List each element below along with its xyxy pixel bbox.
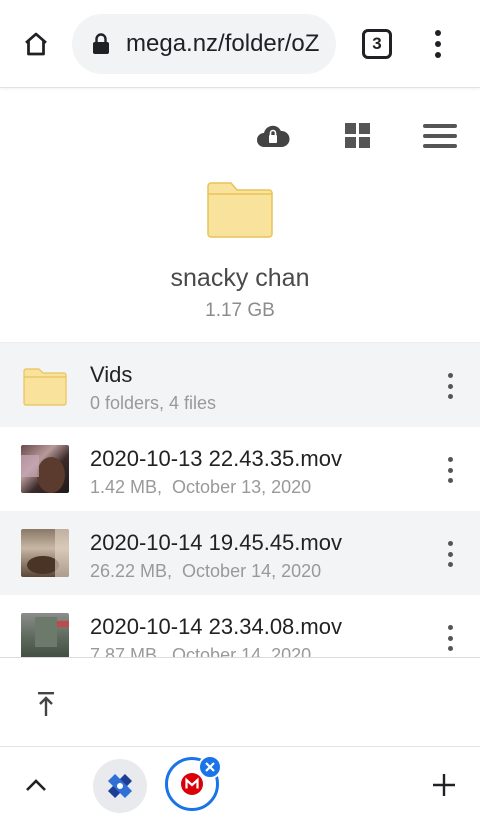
list-item[interactable]: 2020-10-13 22.43.35.mov 1.42 MB, October … (0, 427, 480, 511)
hamburger-menu-icon[interactable] (421, 118, 459, 154)
video-thumbnail (21, 529, 69, 577)
tab-favicon-puzzle[interactable] (93, 759, 147, 813)
item-meta: 26.22 MB, October 14, 2020 (90, 561, 322, 581)
item-meta: 0 folders, 4 files (90, 393, 217, 413)
browser-toolbar: mega.nz/folder/oZ 3 (0, 0, 480, 88)
more-options-icon[interactable] (440, 625, 460, 651)
item-meta: 7.87 MB, October 14, 2020 (90, 645, 312, 657)
item-name: 2020-10-13 22.43.35.mov (90, 446, 342, 471)
chevron-up-icon[interactable] (20, 769, 52, 801)
scroll-to-top-icon[interactable] (30, 688, 62, 720)
folder-size: 1.17 GB (205, 300, 275, 321)
browser-menu-icon[interactable] (424, 24, 452, 64)
lock-icon (92, 32, 112, 56)
list-item[interactable]: 2020-10-14 19.45.45.mov 26.22 MB, October… (0, 511, 480, 595)
video-thumbnail (21, 613, 69, 657)
address-bar[interactable]: mega.nz/folder/oZ (72, 14, 336, 74)
new-tab-plus-icon[interactable] (428, 769, 460, 801)
more-options-icon[interactable] (440, 457, 460, 483)
folder-title: snacky chan (170, 264, 310, 292)
list-item[interactable]: 2020-10-14 23.34.08.mov 7.87 MB, October … (0, 595, 480, 657)
item-meta: 1.42 MB, October 13, 2020 (90, 477, 312, 497)
cloud-lock-icon[interactable] (255, 118, 291, 154)
tab-switcher-button[interactable]: 3 (362, 29, 392, 59)
video-thumbnail (21, 445, 69, 493)
item-name: Vids (90, 362, 133, 387)
grid-view-icon[interactable] (343, 118, 373, 154)
url-text: mega.nz/folder/oZ (126, 30, 320, 57)
file-list: Vids 0 folders, 4 files 2020-10-13 22.43… (0, 342, 480, 657)
item-name: 2020-10-14 19.45.45.mov (90, 530, 342, 555)
divider (0, 657, 480, 658)
close-tab-icon[interactable] (198, 755, 222, 779)
folder-icon (23, 368, 67, 406)
home-icon[interactable] (16, 24, 56, 64)
list-item[interactable]: Vids 0 folders, 4 files (0, 343, 480, 427)
item-name: 2020-10-14 23.34.08.mov (90, 614, 342, 639)
tab-strip (0, 746, 480, 820)
more-options-icon[interactable] (440, 541, 460, 567)
folder-icon (207, 182, 273, 238)
more-options-icon[interactable] (440, 373, 460, 399)
